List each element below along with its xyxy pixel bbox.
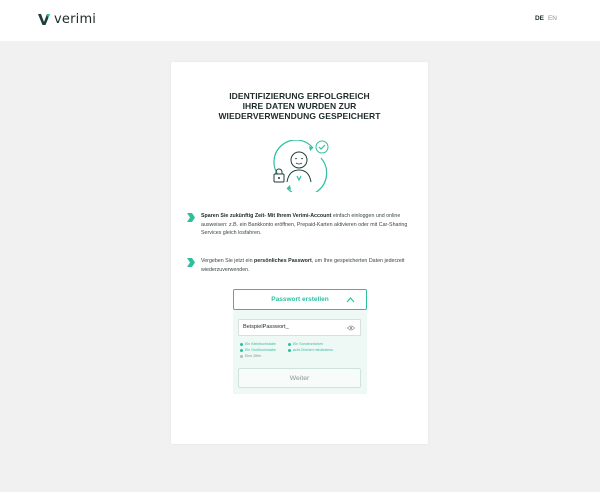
weiter-button[interactable]: Weiter [238,368,361,388]
password-form: BeispielPasswort_ Ein Kleinbuchstabe Ein… [233,310,367,394]
chevron-up-icon [346,297,355,303]
lang-en[interactable]: EN [548,15,557,22]
requirement-label: acht Zeichen mindestens [293,348,333,352]
lang-de[interactable]: DE [535,15,544,22]
benefit-strong-2: persönliches Passwort [254,258,312,264]
password-input[interactable]: BeispielPasswort_ [238,319,361,336]
requirement-label: Ein Sonderzeichen [293,342,324,346]
top-bar: verimi DE EN [0,0,600,41]
bullet-arrow-icon [187,258,195,267]
password-toggle-label: Passwort erstellen [271,296,329,303]
benefit-text-2: Vergeben Sie jetzt ein persönliches Pass… [201,257,413,274]
requirement-digit: Eine Ziffer [240,354,261,358]
benefit-strong-1: Sparen Sie zukünftig Zeit- Mit Ihrem Ver… [201,213,332,219]
requirement-uppercase: Ein Großbuchstabe [240,348,276,352]
title-line-2: IHRE DATEN WURDEN ZUR [242,101,357,111]
language-switcher: DE EN [535,15,557,22]
main-card: IDENTIFIZIERUNG ERFOLGREICH IHRE DATEN W… [171,62,428,444]
requirement-label: Ein Großbuchstabe [245,348,276,352]
benefit-text-1: Sparen Sie zukünftig Zeit- Mit Ihrem Ver… [201,212,413,238]
requirement-label: Ein Kleinbuchstabe [245,342,276,346]
requirement-label: Eine Ziffer [245,354,262,358]
password-input-value: BeispielPasswort_ [243,324,289,330]
bullet-arrow-icon [187,213,195,222]
eye-icon[interactable] [347,325,355,331]
requirement-min-length: acht Zeichen mindestens [288,348,333,352]
requirement-dot [240,354,243,358]
user-with-lock-and-check-icon [273,140,329,192]
brand-name: verimi [54,12,97,27]
requirement-lowercase: Ein Kleinbuchstabe [240,342,276,346]
requirement-dot [240,342,243,346]
benefit-bullet-1: Sparen Sie zukünftig Zeit- Mit Ihrem Ver… [187,212,413,238]
benefit-prefix-2: Vergeben Sie jetzt ein [201,258,255,264]
requirement-dot [288,348,291,352]
title-line-1: IDENTIFIZIERUNG ERFOLGREICH [229,91,370,101]
password-panel: Passwort erstellen BeispielPasswort_ Ein… [233,289,367,394]
verimi-logo-icon [38,14,50,25]
title-line-3: WIEDERVERWENDUNG GESPEICHERT [218,111,381,121]
benefit-bullet-2: Vergeben Sie jetzt ein persönliches Pass… [187,257,413,274]
page-title: IDENTIFIZIERUNG ERFOLGREICH IHRE DATEN W… [171,91,428,121]
requirement-dot [288,342,291,346]
requirement-special-char: Ein Sonderzeichen [288,342,323,346]
verimi-logo[interactable]: verimi [38,12,96,27]
password-toggle-button[interactable]: Passwort erstellen [233,289,367,310]
requirement-dot [240,348,243,352]
